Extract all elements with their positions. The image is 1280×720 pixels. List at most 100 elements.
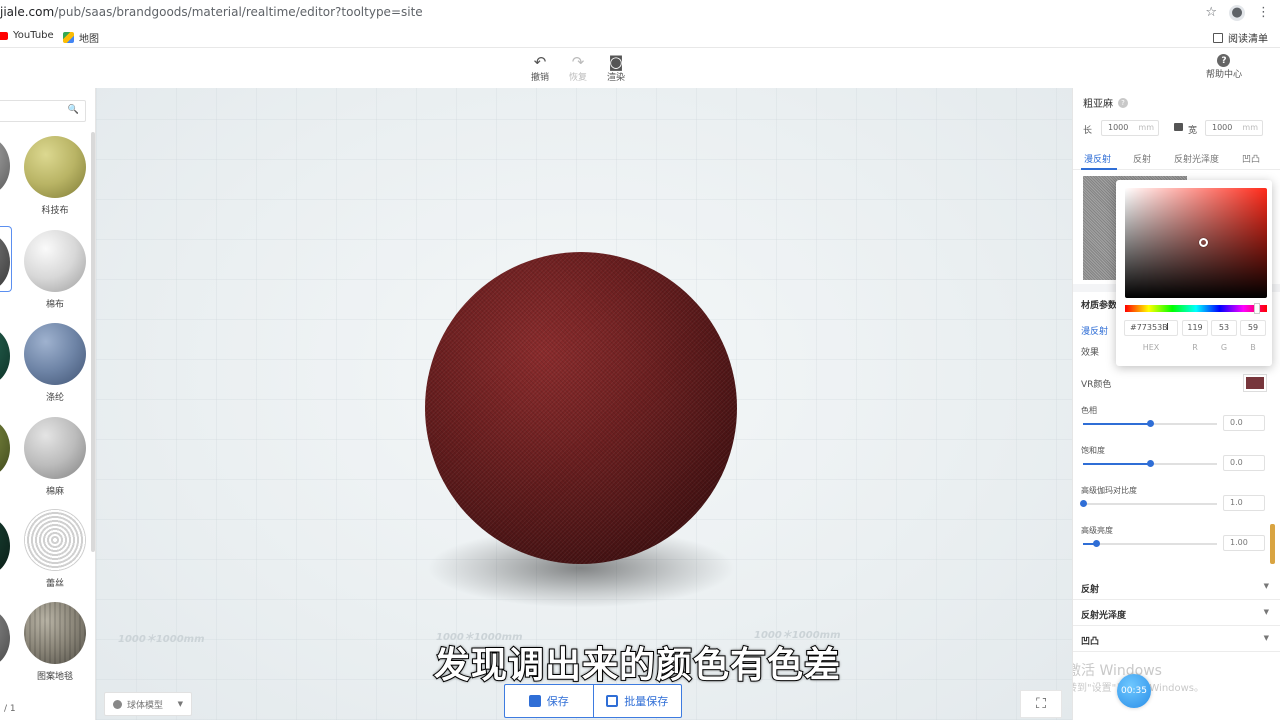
material-thumb: [24, 417, 86, 479]
hex-input[interactable]: #77353B: [1124, 320, 1178, 336]
material-item-lei-si[interactable]: 蕾丝: [24, 509, 86, 590]
section-reflection[interactable]: 反射 ▼: [1073, 574, 1280, 600]
floor-dimension-label: 1000＊1000mm: [118, 634, 205, 645]
bookmark-maps[interactable]: 地图: [63, 30, 99, 45]
reading-list-button[interactable]: 阅读清单: [1213, 30, 1268, 45]
slider-saturation: 饱和度 0.0: [1081, 445, 1273, 475]
material-thumb-partial[interactable]: [0, 516, 10, 576]
text-cursor-icon: I: [1166, 322, 1169, 333]
kebab-menu-icon[interactable]: ⋮: [1257, 4, 1270, 22]
material-thumb-partial[interactable]: [0, 608, 10, 668]
material-preview-sphere[interactable]: [425, 252, 737, 564]
undo-button[interactable]: ↶ 撤销: [520, 54, 560, 83]
url-path: /pub/saas/brandgoods/material/realtime/e…: [54, 5, 423, 19]
slider-knob[interactable]: [1147, 460, 1154, 467]
profile-icon[interactable]: ●: [1229, 5, 1245, 21]
slider-value-input[interactable]: 1.00: [1223, 535, 1265, 551]
render-button[interactable]: ◙ 渲染: [596, 54, 636, 83]
slider-value-input[interactable]: 0.0: [1223, 415, 1265, 431]
map-tabs: 漫反射 反射 反射光泽度 凹凸: [1073, 148, 1280, 170]
tab-bump[interactable]: 凹凸: [1242, 152, 1260, 165]
slider-knob[interactable]: [1080, 500, 1087, 507]
slider-track[interactable]: [1083, 503, 1217, 505]
red-input[interactable]: 119: [1182, 320, 1208, 336]
save-button[interactable]: 保存: [505, 685, 593, 717]
lock-icon[interactable]: [1174, 123, 1183, 131]
material-item-keji-bu[interactable]: 科技布: [24, 136, 86, 217]
url-text[interactable]: jiale.com/pub/saas/brandgoods/material/r…: [0, 5, 423, 19]
tab-diffuse[interactable]: 漫反射: [1084, 152, 1111, 165]
material-title: 粗亚麻 ?: [1083, 95, 1128, 110]
red-label: R: [1192, 343, 1198, 352]
search-icon: 🔍: [67, 105, 79, 115]
material-list-scrollbar[interactable]: [91, 132, 95, 552]
pagination[interactable]: / 1: [4, 704, 16, 714]
section-reflection-glossiness[interactable]: 反射光泽度 ▼: [1073, 600, 1280, 626]
width-input[interactable]: 1000 mm: [1205, 120, 1263, 136]
selected-material-frame: [0, 226, 12, 292]
slider-knob[interactable]: [1147, 420, 1154, 427]
hue-slider-knob[interactable]: [1254, 303, 1260, 314]
material-thumb-partial[interactable]: [0, 418, 10, 478]
green-label: G: [1220, 343, 1228, 352]
color-cursor[interactable]: [1199, 238, 1208, 247]
save-icon: [528, 695, 541, 707]
material-thumb: [24, 509, 86, 571]
save-button-group: 保存 批量保存: [504, 684, 682, 718]
tab-reflection-glossiness[interactable]: 反射光泽度: [1174, 152, 1219, 165]
blue-input[interactable]: 59: [1240, 320, 1266, 336]
windows-activation-watermark: 激活 Windows: [1072, 663, 1162, 679]
vr-color-label: VR颜色: [1081, 380, 1112, 390]
browser-address-bar[interactable]: jiale.com/pub/saas/brandgoods/material/r…: [0, 0, 1280, 26]
slider-knob[interactable]: [1093, 540, 1101, 547]
fullscreen-button[interactable]: ⛶: [1020, 690, 1062, 718]
undo-icon: ↶: [533, 53, 547, 71]
material-search-input[interactable]: 🔍: [0, 100, 86, 122]
help-center-button[interactable]: ? 帮助中心: [1206, 54, 1242, 80]
slider-track[interactable]: [1083, 543, 1217, 545]
redo-icon: ↷: [571, 53, 585, 71]
model-type-select[interactable]: 球体模型 ▼: [104, 692, 192, 716]
recording-timer: 00:35: [1117, 674, 1151, 708]
blue-label: B: [1250, 343, 1256, 352]
slider-value-input[interactable]: 1.0: [1223, 495, 1265, 511]
material-item-mian-bu[interactable]: 棉布: [24, 230, 86, 311]
slider-gamma-contrast: 高级伽玛对比度 1.0: [1080, 485, 1273, 515]
tab-reflection[interactable]: 反射: [1133, 152, 1151, 165]
sphere-model-icon: [113, 699, 122, 709]
bookmark-youtube[interactable]: YouTube: [0, 30, 54, 41]
hue-slider[interactable]: [1125, 305, 1267, 312]
batch-save-button[interactable]: 批量保存: [592, 685, 682, 717]
length-input[interactable]: 1000 mm: [1101, 120, 1159, 136]
url-host: jiale.com: [0, 5, 55, 19]
caret-down-icon: ▼: [1263, 608, 1269, 616]
sub-tab-diffuse[interactable]: 漫反射: [1081, 324, 1108, 337]
youtube-icon: [0, 31, 8, 40]
saturation-value-area[interactable]: [1125, 188, 1267, 298]
question-icon[interactable]: ?: [1118, 97, 1128, 108]
slider-value-input[interactable]: 0.0: [1223, 455, 1265, 471]
green-input[interactable]: 53: [1211, 320, 1237, 336]
material-item-mian-ma[interactable]: 棉麻: [24, 417, 86, 498]
star-icon[interactable]: ☆: [1205, 4, 1217, 22]
material-library-panel: 🔍 科技布 棉布 涤纶 棉麻 蕾丝 图案地毯 / 1: [0, 88, 96, 720]
slider-hue: 色相 0.0: [1081, 405, 1273, 435]
camera-icon: ◙: [608, 53, 624, 71]
properties-scrollbar[interactable]: [1270, 524, 1275, 564]
material-thumb-partial[interactable]: [0, 326, 10, 386]
material-thumb: [24, 230, 86, 292]
redo-button[interactable]: ↷ 恢复: [558, 54, 598, 83]
material-thumb-partial[interactable]: [0, 136, 10, 196]
slider-brightness: 高级亮度 1.00: [1081, 525, 1273, 555]
slider-fill: [1083, 463, 1150, 465]
vr-color-swatch[interactable]: [1243, 374, 1267, 392]
slider-fill: [1083, 423, 1150, 425]
material-item-tu-an-di-tan[interactable]: 图案地毯: [24, 602, 86, 683]
section-bump[interactable]: 凹凸 ▼: [1073, 626, 1280, 652]
bookmarks-bar: YouTube 地图 阅读清单: [0, 26, 1280, 48]
vr-color-fill: [1246, 377, 1264, 389]
caret-down-icon: ▼: [177, 700, 183, 708]
3d-viewport[interactable]: 1000＊1000mm 1000＊1000mm 1000＊1000mm 球体模型…: [96, 88, 1072, 720]
caret-down-icon: ▼: [1263, 582, 1269, 590]
material-item-di-lun[interactable]: 涤纶: [24, 323, 86, 404]
